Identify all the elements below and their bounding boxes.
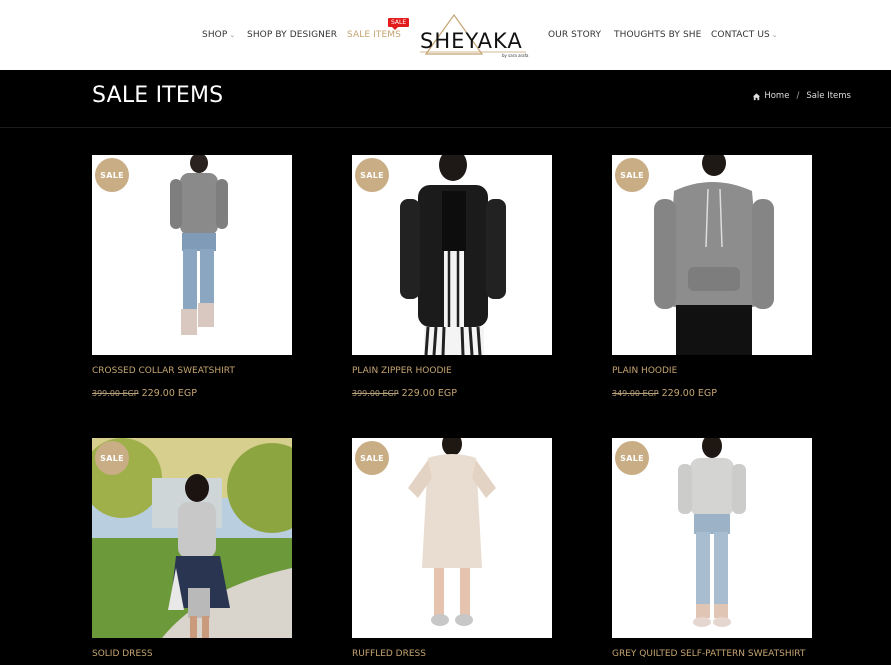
chevron-down-icon: ⌄ xyxy=(229,31,236,39)
nav-contact-us[interactable]: CONTACT US ⌄ xyxy=(711,30,778,40)
product-name[interactable]: CROSSED COLLAR SWEATSHIRT xyxy=(92,366,235,376)
page-title: SALE ITEMS xyxy=(92,83,224,108)
breadcrumb-home-link[interactable]: Home xyxy=(764,91,789,101)
nav-shop[interactable]: SHOP ⌄ xyxy=(202,30,235,40)
breadcrumb-separator: / xyxy=(796,91,800,101)
product-price: 399.00 EGP 229.00 EGP xyxy=(92,388,197,399)
logo-text: SHEYAKA xyxy=(420,29,523,53)
nav-shop-by-designer[interactable]: SHOP BY DESIGNER xyxy=(247,30,337,40)
nav-contact-us-label: CONTACT US xyxy=(711,30,770,40)
sale-badge: SALE xyxy=(95,441,129,475)
nav-our-story[interactable]: OUR STORY xyxy=(548,30,601,40)
nav-shop-label: SHOP xyxy=(202,30,228,40)
sheyaka-logo[interactable]: SHEYAKA by sara arafa xyxy=(416,12,530,58)
product-name[interactable]: SOLID DRESS xyxy=(92,649,153,659)
logo-tagline: by sara arafa xyxy=(502,53,529,58)
breadcrumb: Home / Sale Items xyxy=(752,91,851,101)
breadcrumb-current: Sale Items xyxy=(806,91,851,101)
product-old-price: 349.00 EGP xyxy=(612,389,659,398)
product-old-price: 399.00 EGP xyxy=(352,389,399,398)
nav-sale-items[interactable]: SALE ITEMS xyxy=(347,30,401,40)
sale-badge: SALE xyxy=(355,441,389,475)
product-sale-price: 229.00 EGP xyxy=(141,388,197,399)
sale-badge: SALE xyxy=(615,158,649,192)
sale-badge: SALE xyxy=(355,158,389,192)
product-price: 349.00 EGP 229.00 EGP xyxy=(612,388,717,399)
product-sale-price: 229.00 EGP xyxy=(401,388,457,399)
sale-flag-badge: SALE xyxy=(388,18,410,30)
product-name[interactable]: PLAIN ZIPPER HOODIE xyxy=(352,366,452,376)
product-name[interactable]: GREY QUILTED SELF-PATTERN SWEATSHIRT xyxy=(612,649,805,659)
product-old-price: 399.00 EGP xyxy=(92,389,139,398)
chevron-down-icon: ⌄ xyxy=(771,31,778,39)
sale-badge: SALE xyxy=(95,158,129,192)
product-price: 399.00 EGP 229.00 EGP xyxy=(352,388,457,399)
nav-thoughts-by-she[interactable]: THOUGHTS BY SHE xyxy=(614,30,701,40)
product-name[interactable]: PLAIN HOODIE xyxy=(612,366,677,376)
sale-badge: SALE xyxy=(615,441,649,475)
product-name[interactable]: RUFFLED DRESS xyxy=(352,649,426,659)
home-icon xyxy=(753,92,761,100)
site-header: SHOP ⌄ SHOP BY DESIGNER SALE ITEMS SALE S… xyxy=(0,0,891,70)
product-sale-price: 229.00 EGP xyxy=(661,388,717,399)
